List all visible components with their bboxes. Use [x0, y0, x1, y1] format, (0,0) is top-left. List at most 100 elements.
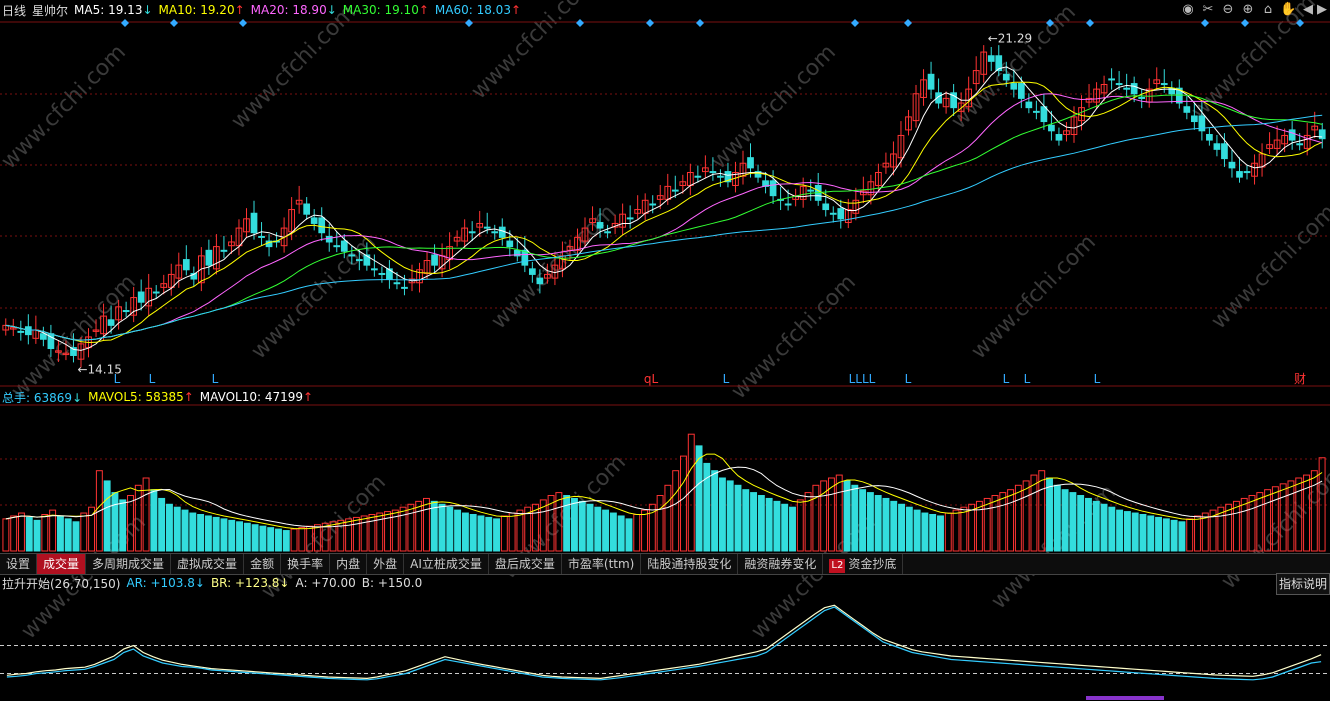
candle: [807, 189, 815, 192]
forward-icon[interactable]: ▶: [1314, 2, 1330, 18]
candle: [107, 319, 115, 326]
candle: [709, 171, 717, 174]
mavol10-readout: MAVOL10: 47199↑: [199, 390, 314, 404]
volume-bar: [18, 512, 25, 552]
volume-bar: [469, 514, 477, 552]
candle: [1048, 124, 1055, 132]
signal-marker: L: [723, 372, 730, 386]
ma10-readout: MA10: 19.20↑: [158, 3, 245, 17]
volume-bar: [1147, 515, 1155, 552]
candle: [1160, 83, 1168, 86]
signal-marker: L: [1094, 372, 1101, 386]
tab-multi-period-volume[interactable]: 多周期成交量: [86, 554, 172, 574]
tab-amount[interactable]: 金额: [244, 554, 282, 574]
volume-bar: [656, 495, 664, 552]
volume-bar: [282, 530, 290, 552]
tab-margin-change[interactable]: 融资融券变化: [738, 554, 824, 574]
signal-marker: L: [1024, 372, 1031, 386]
watermark-text: www.cfchi.com: [707, 40, 841, 174]
volume-bar: [796, 499, 804, 552]
candle: [468, 231, 476, 234]
volume-bar: [586, 503, 594, 552]
tab-inner-volume[interactable]: 内盘: [330, 554, 368, 574]
tab-outer-volume[interactable]: 外盘: [367, 554, 405, 574]
volume-bar: [1139, 514, 1147, 552]
volume-bar: [617, 515, 625, 552]
tab-virtual-volume[interactable]: 虚拟成交量: [171, 554, 245, 574]
candle: [401, 286, 408, 289]
volume-bar: [641, 509, 648, 552]
volume-bar: [563, 495, 571, 552]
watermark-text: www.cfchi.com: [487, 200, 621, 334]
volume-bar: [220, 518, 228, 552]
hand-icon[interactable]: ✋: [1280, 2, 1296, 18]
volume-bar: [1077, 495, 1085, 552]
volume-bar: [197, 514, 205, 552]
volume-bar: [1014, 484, 1022, 552]
tab-pe-ttm[interactable]: 市盈率(ttm): [562, 554, 642, 574]
volume-bar: [165, 503, 173, 552]
candle: [671, 189, 679, 192]
volume-bar: [937, 515, 944, 552]
volume-bar: [812, 484, 820, 552]
volume-bar: [181, 509, 189, 552]
candle: [1318, 129, 1326, 140]
tab-settings[interactable]: 设置: [0, 554, 38, 574]
signal-marker: L: [212, 372, 219, 386]
scissors-icon[interactable]: ✂: [1200, 2, 1216, 18]
volume-bar: [189, 512, 197, 552]
candle: [829, 212, 837, 215]
volume-bar: [1194, 515, 1201, 552]
tab-northbound-holdings[interactable]: 陆股通持股变化: [641, 554, 739, 574]
signal-diamond: [465, 19, 473, 27]
volume-bar: [789, 506, 796, 552]
watermark-text: www.cfchi.com: [227, 0, 361, 134]
indicator-explain-button[interactable]: 指标说明: [1276, 573, 1330, 595]
candle: [626, 217, 634, 220]
candle: [1243, 171, 1251, 174]
chart-header: 日线 星帅尔 MA5: 19.13↓ MA10: 19.20↑ MA20: 18…: [0, 0, 1330, 20]
stock-name: 星帅尔: [32, 3, 69, 18]
volume-bar: [41, 514, 49, 552]
candle: [1130, 83, 1138, 95]
volume-bar: [983, 497, 991, 552]
lock-icon[interactable]: ⌂: [1260, 2, 1276, 18]
volume-bar: [485, 516, 493, 552]
volume-bar: [1123, 511, 1131, 552]
candle: [303, 203, 311, 215]
candle: [1108, 78, 1115, 81]
candle: [491, 231, 499, 234]
candle: [927, 73, 935, 90]
watermark-text: www.cfchi.com: [0, 40, 131, 174]
tab-capital-bottom[interactable]: L2 资金抄底: [823, 554, 904, 574]
signal-marker: L: [149, 372, 156, 386]
volume-bar: [158, 497, 166, 552]
volume-bar: [1100, 503, 1108, 552]
volume-bar: [508, 512, 516, 552]
tab-turnover[interactable]: 换手率: [281, 554, 331, 574]
zoom-out-icon[interactable]: ⊖: [1220, 2, 1236, 18]
volume-bar: [1092, 500, 1100, 552]
candle: [340, 240, 348, 252]
tab-ai-volume[interactable]: AI立桩成交量: [404, 554, 489, 574]
candle: [1017, 83, 1025, 99]
volume-bar: [415, 500, 423, 552]
candle: [649, 203, 657, 206]
zoom-in-icon[interactable]: ⊕: [1240, 2, 1256, 18]
signal-diamond: [696, 19, 704, 27]
tab-volume[interactable]: 成交量: [37, 554, 87, 574]
volume-bar: [944, 512, 952, 552]
candle: [822, 203, 830, 211]
volume-bar: [500, 515, 508, 552]
volume-bar: [960, 506, 968, 552]
eye-icon[interactable]: ◉: [1180, 2, 1196, 18]
volume-bar: [1053, 484, 1061, 552]
volume-bar: [399, 506, 407, 552]
volume-bar: [1116, 509, 1124, 552]
ma10-line: [5, 81, 1323, 344]
period-label[interactable]: 日线: [2, 2, 26, 19]
volume-bar: [103, 480, 111, 552]
volume-bar: [446, 506, 454, 552]
candle: [70, 347, 77, 356]
tab-after-hours-volume[interactable]: 盘后成交量: [489, 554, 562, 574]
